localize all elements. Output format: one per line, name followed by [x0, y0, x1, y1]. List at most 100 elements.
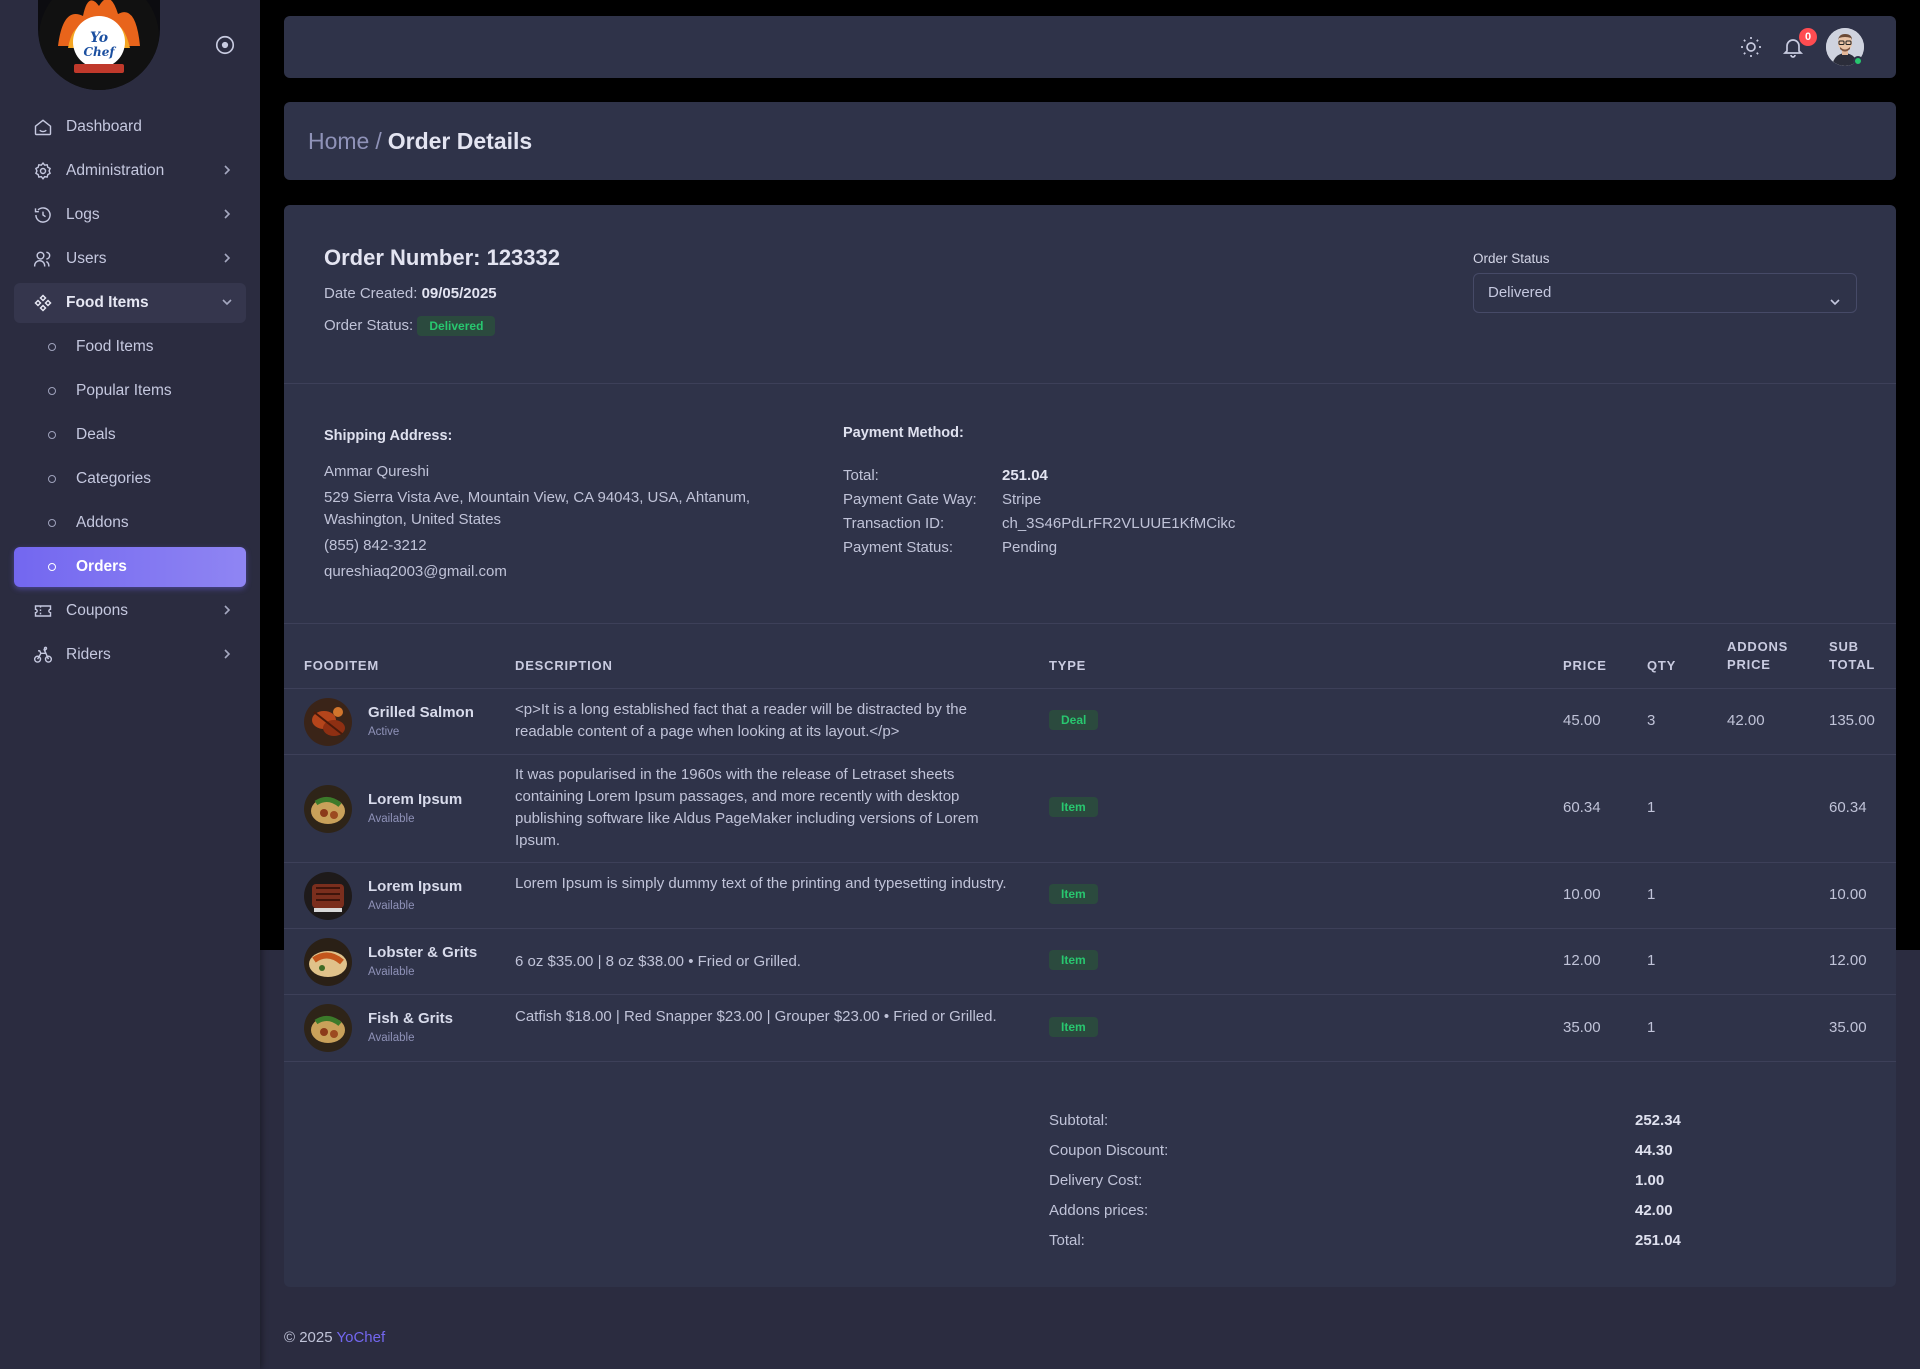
shipping-street: 529 Sierra Vista Ave, Mountain View, CA … [324, 489, 751, 528]
sidebar: Yo Chef Dashboard Administration Logs Us… [0, 0, 260, 1369]
top-navbar [284, 16, 1896, 78]
column-header-addons-price: ADDONS PRICE [1727, 639, 1789, 672]
notification-badge: 0 [1799, 28, 1817, 46]
footer-brand-link[interactable]: YoChef [337, 1329, 386, 1346]
sidebar-item-administration[interactable]: Administration [14, 151, 246, 191]
sidebar-subitem-popular-items[interactable]: Popular Items [14, 371, 246, 411]
sidebar-item-logs[interactable]: Logs [14, 195, 246, 235]
payment-row: Transaction ID: ch_3S46PdLrFR2VLUUE1KfMCi… [843, 511, 1235, 535]
svg-text:Yo: Yo [90, 30, 108, 46]
date-value: 09/05/2025 [421, 285, 497, 302]
logo-image: Yo Chef [39, 0, 159, 90]
chevron-right-icon [220, 647, 234, 661]
order-details-card: Order Number: 123332 Date Created: 09/05… [284, 205, 1896, 1287]
sub-total-cell: 60.34 [1829, 799, 1867, 816]
totals-label: Coupon Discount: [1049, 1141, 1169, 1159]
totals-label: Subtotal: [1049, 1111, 1109, 1129]
sidebar-subitem-orders[interactable]: Orders [14, 547, 246, 587]
sub-total-cell: 10.00 [1829, 886, 1867, 903]
shipping-name: Ammar Qureshi [324, 463, 430, 480]
chevron-right-icon [220, 251, 234, 265]
sidebar-menu: Dashboard Administration Logs Users Food… [14, 107, 246, 679]
shipping-address: Shipping Address: Ammar Qureshi 529 Sier… [324, 425, 794, 583]
shipping-email: qureshiaq2003@gmail.com [324, 563, 507, 580]
chevron-right-icon [220, 603, 234, 617]
sidebar-item-label: Deals [76, 426, 116, 443]
payment-method: Payment Method: Total: 251.04 Payment Gat… [843, 425, 1235, 559]
table-row[interactable]: Fish & Grits Available Catfish $18.00 | … [284, 995, 1896, 1062]
food-name: Lorem Ipsum [368, 791, 463, 808]
chevron-down-icon [1828, 286, 1842, 306]
chevron-right-icon [220, 163, 234, 177]
bullet-icon [48, 519, 56, 527]
qty-cell: 1 [1647, 799, 1656, 816]
column-header-qty: QTY [1647, 658, 1677, 673]
food-thumbnail [304, 872, 352, 920]
table-row[interactable]: Grilled Salmon Active <p>It is a long es… [284, 689, 1896, 755]
sidebar-item-label: Administration [66, 162, 165, 179]
column-header-fooditem: FOODITEM [304, 658, 380, 673]
status-label: Order Status: [324, 316, 414, 334]
type-badge: Item [1049, 797, 1098, 817]
sub-total-cell: 35.00 [1829, 1019, 1867, 1036]
table-row[interactable]: Lorem Ipsum Available It was popularised… [284, 755, 1896, 863]
payment-row: Total: 251.04 [843, 463, 1235, 487]
totals-value: 1.00 [1635, 1171, 1665, 1189]
sidebar-item-riders[interactable]: Riders [14, 635, 246, 675]
sidebar-subitem-deals[interactable]: Deals [14, 415, 246, 455]
table-header: FOODITEM DESCRIPTION TYPE PRICE QTY ADDO… [284, 623, 1896, 689]
totals-value: 252.34 [1635, 1111, 1681, 1129]
payment-value: Pending [1002, 538, 1058, 556]
bike-icon [32, 644, 54, 666]
type-badge: Item [1049, 884, 1098, 904]
food-status: Available [368, 1032, 415, 1044]
food-description: Catfish $18.00 | Red Snapper $23.00 | Gr… [515, 1008, 997, 1025]
coupon-icon [32, 600, 54, 622]
column-header-price: PRICE [1563, 658, 1607, 673]
sidebar-item-users[interactable]: Users [14, 239, 246, 279]
food-description: 6 oz $35.00 | 8 oz $38.00 • Fried or Gri… [515, 953, 801, 970]
bullet-icon [48, 563, 56, 571]
breadcrumb: Home / Order Details [284, 102, 1896, 180]
divider [284, 383, 1896, 384]
sidebar-item-coupons[interactable]: Coupons [14, 591, 246, 631]
order-header: Order Number: 123332 Date Created: 09/05… [324, 245, 560, 336]
sidebar-item-label: Popular Items [76, 382, 172, 399]
food-name: Fish & Grits [368, 1010, 454, 1027]
price-cell: 10.00 [1563, 886, 1601, 903]
column-header-type: TYPE [1049, 658, 1087, 673]
status-badge: Delivered [417, 316, 496, 336]
date-label: Date Created: [324, 285, 418, 302]
sidebar-subitem-categories[interactable]: Categories [14, 459, 246, 499]
sidebar-subitem-food-items[interactable]: Food Items [14, 327, 246, 367]
online-status-dot [1853, 56, 1863, 66]
column-header-description: DESCRIPTION [515, 658, 613, 673]
sidebar-toggle-icon[interactable] [214, 34, 236, 56]
qty-cell: 3 [1647, 712, 1656, 729]
food-thumbnail [304, 698, 352, 746]
bullet-icon [48, 431, 56, 439]
sub-total-cell: 12.00 [1829, 952, 1867, 969]
payment-value: Stripe [1002, 490, 1042, 508]
totals-value: 42.00 [1635, 1201, 1673, 1219]
sidebar-subitem-addons[interactable]: Addons [14, 503, 246, 543]
theme-toggle-sun-icon[interactable] [1739, 35, 1763, 59]
sidebar-item-label: Dashboard [66, 118, 142, 135]
food-status: Available [368, 900, 415, 912]
food-name: Grilled Salmon [368, 704, 474, 721]
history-icon [32, 204, 54, 226]
breadcrumb-home-link[interactable]: Home [308, 128, 369, 155]
sidebar-item-label: Addons [76, 514, 129, 531]
table-row[interactable]: Lorem Ipsum Available Lorem Ipsum is sim… [284, 863, 1896, 929]
food-thumbnail [304, 785, 352, 833]
food-status: Available [368, 966, 415, 978]
table-row[interactable]: Lobster & Grits Available 6 oz $35.00 | … [284, 929, 1896, 995]
order-totals: Subtotal: 252.34 Coupon Discount: 44.30 De… [1049, 1105, 1681, 1255]
order-status-select[interactable]: Delivered [1473, 273, 1857, 313]
bullet-icon [48, 475, 56, 483]
totals-row: Subtotal: 252.34 [1049, 1105, 1681, 1135]
payment-label: Transaction ID: [843, 514, 945, 532]
sidebar-item-dashboard[interactable]: Dashboard [14, 107, 246, 147]
brand-logo[interactable]: Yo Chef [38, 0, 160, 90]
sidebar-item-food-items[interactable]: Food Items [14, 283, 246, 323]
